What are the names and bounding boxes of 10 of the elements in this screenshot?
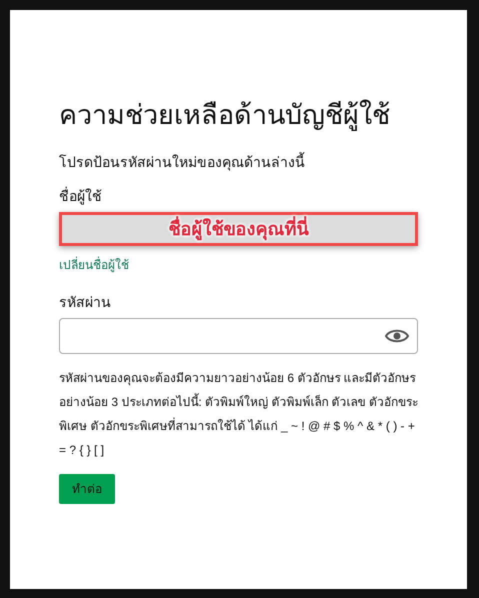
username-label: ชื่อผู้ใช้ [59, 186, 103, 206]
page-title: ความช่วยเหลือด้านบัญชีผู้ใช้ [59, 98, 391, 132]
password-requirements-text: รหัสผ่านของคุณจะต้องมีความยาวอย่างน้อย 6 ตัวอักษร และมีตัวอักษรอย่างน้อย 3 ประเภทต่อไปนี้: ตัวพิมพ์ใหญ่ ตัวพิมพ์เล็ก ตัวเลข ตัวอักขระพิเศษ ตัวอักขระพิเศษที่สามารถใช้ได้ ได้แก่ _ ~ ! @ # $ % ^ & * ( ) - + = ? { } [ ] [59, 370, 418, 459]
change-username-link[interactable]: เปลี่ยนชื่อผู้ใช้ [59, 256, 418, 274]
username-field[interactable]: ชื่อผู้ใช้ของคุณที่นี่ [59, 212, 418, 246]
instruction-text: โปรดป้อนรหัสผ่านใหม่ของคุณด้านล่างนี้ [59, 152, 306, 172]
eye-icon[interactable] [385, 328, 409, 344]
continue-button[interactable]: ทำต่อ [59, 474, 115, 504]
password-label: รหัสผ่าน [59, 293, 112, 312]
password-field[interactable] [59, 318, 418, 354]
